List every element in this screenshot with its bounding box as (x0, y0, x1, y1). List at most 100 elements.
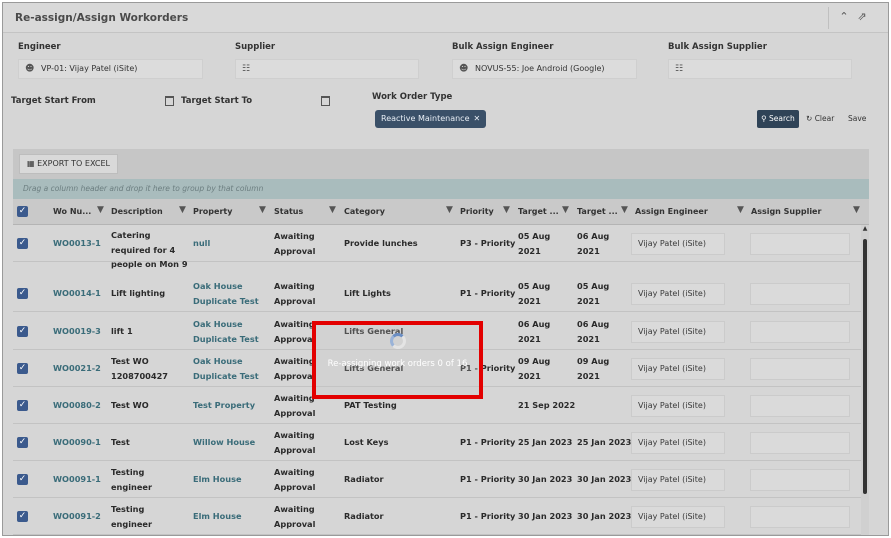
column-header[interactable]: Category (344, 207, 385, 216)
assign-engineer-field[interactable]: Vijay Patel (iSite) (631, 506, 725, 528)
filter-icon[interactable]: ▼ (737, 205, 744, 215)
column-header[interactable]: Assign Engineer (635, 207, 708, 216)
property-link[interactable]: Oak House Duplicate Test (193, 317, 261, 346)
assign-engineer-field[interactable]: Vijay Patel (iSite) (631, 358, 725, 380)
table-row[interactable]: ✓ WO0090-1 Test Willow House Awaiting Ap… (13, 424, 861, 461)
table-row[interactable]: ✓ WO0013-1 Catering required for 4 peopl… (13, 225, 861, 284)
table-row[interactable]: ✓ WO0091-2 Testing engineer assignment E… (13, 498, 861, 535)
column-header[interactable]: Priority (460, 207, 494, 216)
wo-number-link[interactable]: WO0019-3 (53, 324, 101, 339)
assign-supplier-field[interactable] (750, 358, 850, 380)
row-checkbox[interactable]: ✓ (17, 511, 28, 522)
assign-engineer-field[interactable]: Vijay Patel (iSite) (631, 469, 725, 491)
bulk-supplier-field[interactable]: ☷ (668, 59, 852, 79)
filter-icon[interactable]: ▼ (621, 205, 628, 215)
popout-icon[interactable]: ⇗ (855, 10, 869, 24)
save-button[interactable]: Save (848, 110, 866, 128)
column-header[interactable]: Description (111, 207, 163, 216)
bulk-engineer-field[interactable]: ☻ NOVUS-55: Joe Android (Google) (452, 59, 637, 79)
wo-number-link[interactable]: WO0014-1 (53, 286, 101, 301)
property-link[interactable]: Test Property (193, 398, 255, 413)
filter-icon[interactable]: ▼ (446, 205, 453, 215)
group-by-drop-zone[interactable]: Drag a column header and drop it here to… (13, 179, 869, 199)
wo-number-link[interactable]: WO0091-2 (53, 509, 101, 524)
row-checkbox[interactable]: ✓ (17, 288, 28, 299)
property-link[interactable]: null (193, 236, 210, 251)
close-icon[interactable]: ✕ (474, 114, 481, 123)
assign-engineer-field[interactable]: Vijay Patel (iSite) (631, 432, 725, 454)
target-start: 05 Aug 2021 (518, 231, 551, 256)
column-header[interactable]: Status (274, 207, 303, 216)
column-header[interactable]: Target ... (518, 207, 559, 216)
row-checkbox[interactable]: ✓ (17, 238, 28, 249)
filter-icon[interactable]: ▼ (853, 205, 860, 215)
export-to-excel-button[interactable]: ▦ EXPORT TO EXCEL (19, 154, 118, 174)
wo-number-link[interactable]: WO0021-2 (53, 361, 101, 376)
select-all-checkbox[interactable]: ✓ (17, 206, 28, 217)
column-header[interactable]: Property (193, 207, 232, 216)
assign-supplier-field[interactable] (750, 233, 850, 255)
grid-scrollbar[interactable]: ▲ (861, 225, 869, 535)
chevron-up-icon[interactable]: ⌃ (837, 10, 851, 24)
filter-icon[interactable]: ▼ (97, 205, 104, 215)
wo-priority: P1 - Priority (460, 474, 516, 484)
filter-icon[interactable]: ▼ (179, 205, 186, 215)
scroll-up-icon[interactable]: ▲ (861, 225, 869, 232)
assign-engineer-field[interactable]: Vijay Patel (iSite) (631, 321, 725, 343)
wo-category: Radiator (344, 511, 384, 521)
column-header[interactable]: Wo Nu... (53, 207, 91, 216)
grid-toolbar: ▦ EXPORT TO EXCEL (13, 149, 869, 179)
wo-number-link[interactable]: WO0080-2 (53, 398, 101, 413)
search-button[interactable]: ⚲ Search (757, 110, 799, 128)
loading-spinner-icon (390, 333, 406, 349)
filter-icon[interactable]: ▼ (562, 205, 569, 215)
property-link[interactable]: Oak House Duplicate Test (193, 279, 261, 308)
filter-icon[interactable]: ▼ (503, 205, 510, 215)
wo-category: PAT Testing (344, 400, 397, 410)
wo-category: Lost Keys (344, 437, 389, 447)
assign-engineer-field[interactable]: Vijay Patel (iSite) (631, 233, 725, 255)
table-row[interactable]: ✓ WO0091-1 Testing engineer assignment E… (13, 461, 861, 506)
supplier-field[interactable]: ☷ (235, 59, 419, 79)
assign-supplier-field[interactable] (750, 283, 850, 305)
filter-icon[interactable]: ▼ (259, 205, 266, 215)
row-checkbox[interactable]: ✓ (17, 363, 28, 374)
wo-number-link[interactable]: WO0013-1 (53, 236, 101, 251)
column-header[interactable]: Target ... (577, 207, 618, 216)
row-checkbox[interactable]: ✓ (17, 326, 28, 337)
target-start: 05 Aug 2021 (518, 281, 551, 306)
filter-icon[interactable]: ▼ (329, 205, 336, 215)
wo-priority: P1 - Priority (460, 437, 516, 447)
table-row[interactable]: ✓ WO0014-1 Lift lighting Oak House Dupli… (13, 275, 861, 312)
assign-engineer-field[interactable]: Vijay Patel (iSite) (631, 395, 725, 417)
property-link[interactable]: Oak House Duplicate Test (193, 354, 261, 383)
progress-message: Re-assigning work orders 0 of 16 (327, 359, 468, 369)
assign-supplier-field[interactable] (750, 469, 850, 491)
calendar-icon[interactable] (321, 96, 330, 106)
org-icon: ☷ (675, 64, 684, 74)
property-link[interactable]: Willow House (193, 435, 255, 450)
wo-number-link[interactable]: WO0091-1 (53, 472, 101, 487)
wo-number-link[interactable]: WO0090-1 (53, 435, 101, 450)
window-title: Re-assign/Assign Workorders (15, 12, 189, 24)
assign-engineer-field[interactable]: Vijay Patel (iSite) (631, 283, 725, 305)
row-checkbox[interactable]: ✓ (17, 437, 28, 448)
property-link[interactable]: Elm House (193, 472, 242, 487)
assign-supplier-field[interactable] (750, 432, 850, 454)
property-link[interactable]: Elm House (193, 509, 242, 524)
clear-button[interactable]: ↻ Clear (806, 110, 834, 128)
wo-status: Awaiting Approval (274, 504, 316, 529)
engineer-value: VP-01: Vijay Patel (iSite) (41, 64, 138, 73)
row-checkbox[interactable]: ✓ (17, 474, 28, 485)
scrollbar-thumb[interactable] (863, 239, 867, 494)
row-checkbox[interactable]: ✓ (17, 400, 28, 411)
assign-supplier-field[interactable] (750, 321, 850, 343)
target-start: 21 Sep 2022 (518, 400, 576, 410)
calendar-icon[interactable] (165, 96, 174, 106)
column-header[interactable]: Assign Supplier (751, 207, 821, 216)
assign-supplier-field[interactable] (750, 395, 850, 417)
work-order-type-tag[interactable]: Reactive Maintenance ✕ (375, 110, 487, 128)
target-end: 06 Aug 2021 (577, 231, 610, 256)
assign-supplier-field[interactable] (750, 506, 850, 528)
engineer-field[interactable]: ☻ VP-01: Vijay Patel (iSite) (18, 59, 203, 79)
